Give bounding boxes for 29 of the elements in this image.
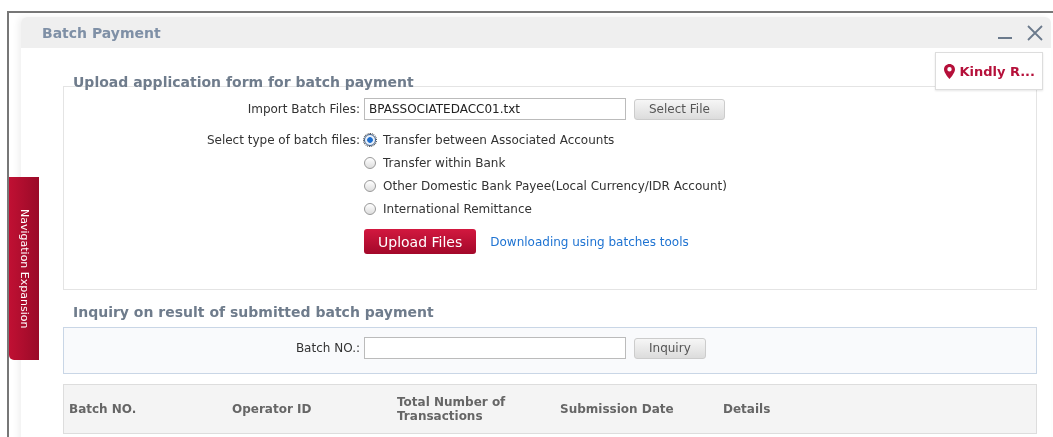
side-tab[interactable]: Navigation Expansion (9, 177, 39, 360)
field-label: Batch NO.: (294, 341, 360, 355)
radio-option[interactable]: International Remittance (364, 202, 727, 216)
radio-option[interactable]: Other Domestic Bank Payee(Local Currency/IDR Account) (364, 179, 727, 193)
upload-files-button[interactable]: Upload Files (364, 229, 477, 254)
column-header: Submission Date (559, 402, 675, 416)
column-header: Details (722, 402, 772, 416)
window-title: Batch Payment (42, 24, 161, 41)
column-header: Total Number of Transactions (396, 395, 507, 423)
close-icon[interactable] (1027, 24, 1043, 41)
column-header: Batch NO. (68, 402, 138, 416)
download-tools-link[interactable]: Downloading using batches tools (490, 234, 689, 249)
inquiry-button[interactable]: Inquiry (634, 337, 706, 359)
radio-option[interactable]: Transfer between Associated Accounts (364, 133, 727, 147)
radio-button[interactable] (364, 203, 376, 215)
location-pin-icon (944, 63, 956, 79)
batch-number-field[interactable] (364, 337, 626, 359)
radio-button[interactable] (364, 157, 376, 169)
radio-button[interactable] (364, 180, 376, 192)
notice-button[interactable]: Kindly R... (935, 52, 1043, 90)
section-heading: Inquiry on result of submitted batch payment (72, 303, 435, 320)
field-label: Select type of batch files: (205, 133, 360, 147)
radio-option[interactable]: Transfer within Bank (364, 156, 727, 170)
column-header: Operator ID (231, 402, 313, 416)
file-field[interactable]: BPASSOCIATEDACC01.txt (364, 98, 626, 120)
section-heading: Upload application form for batch payment (72, 73, 414, 90)
radio-button[interactable] (364, 134, 376, 146)
field-label: Import Batch Files: (246, 102, 360, 116)
select-file-button[interactable]: Select File (634, 98, 725, 120)
